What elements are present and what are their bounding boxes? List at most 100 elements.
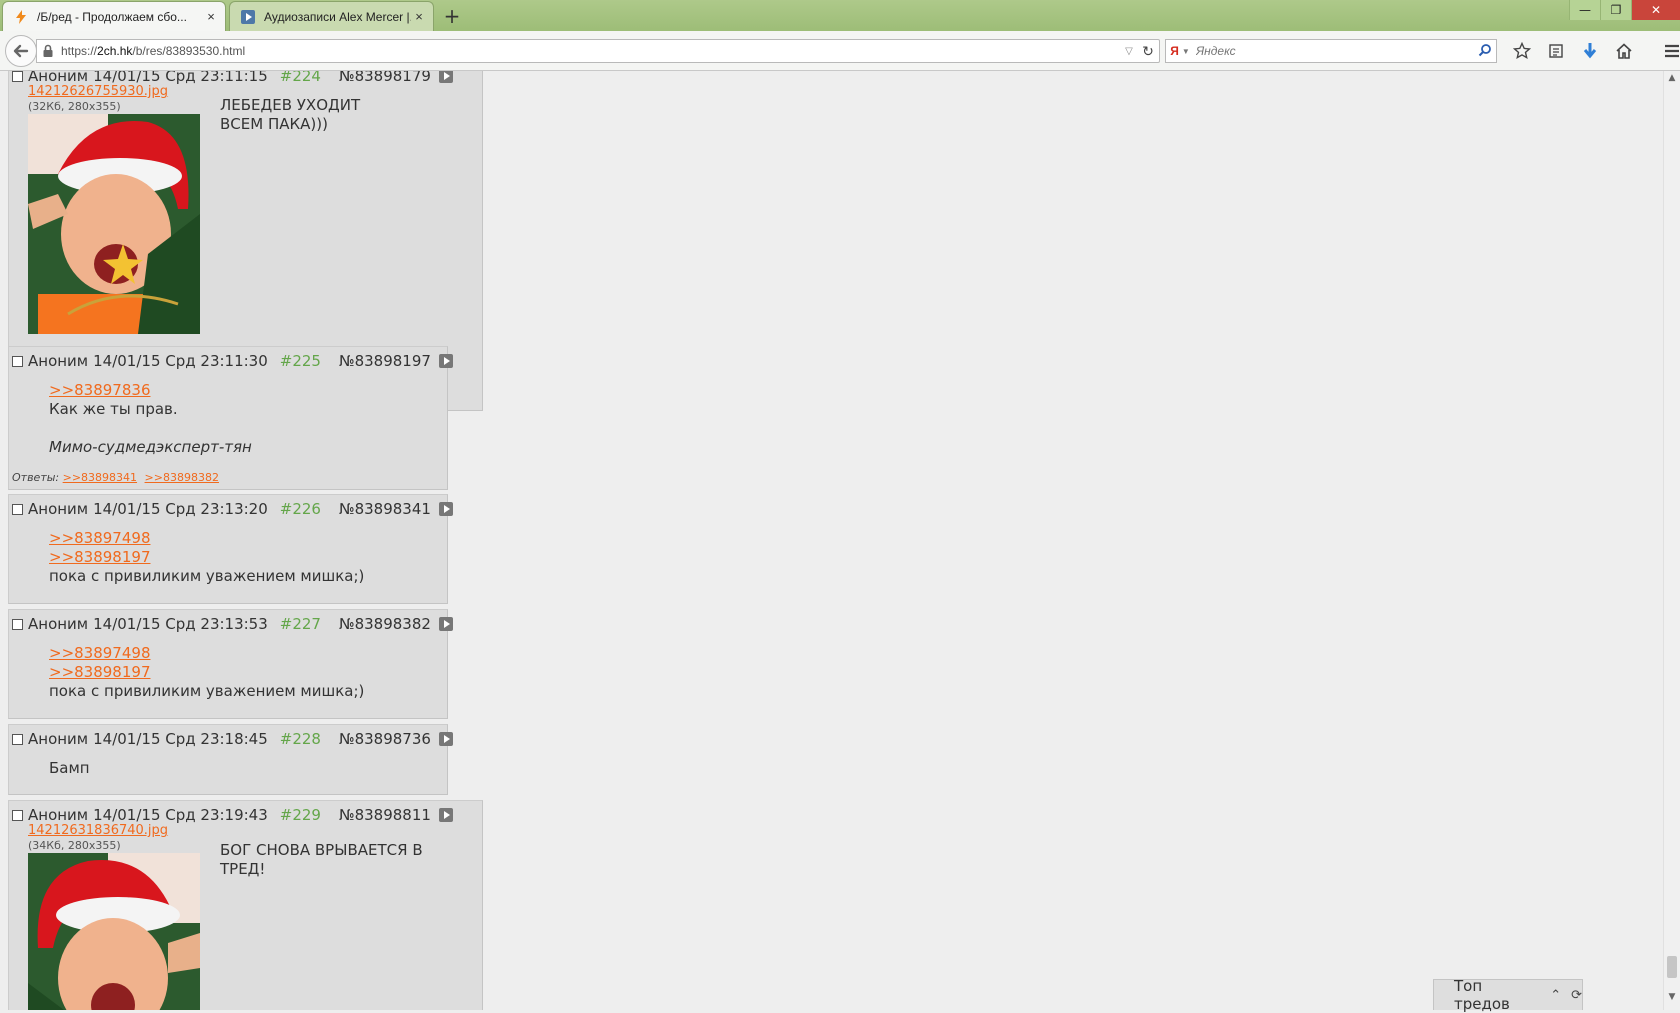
post-checkbox[interactable]: [12, 733, 23, 745]
reply-link[interactable]: >>83898197: [49, 663, 364, 682]
post-line: пока с привиликим уважением мишка;): [49, 567, 365, 585]
post-checkbox[interactable]: [12, 618, 23, 630]
reply-link[interactable]: >>83897498: [49, 529, 364, 548]
file-meta: (32Кб, 280x355): [28, 100, 121, 113]
search-input[interactable]: [1194, 43, 1474, 59]
play-square-icon: [241, 9, 255, 24]
post-number[interactable]: #227: [280, 615, 321, 633]
post-header: Аноним 14/01/15 Срд 23:13:20 #226 №83898…: [12, 499, 453, 519]
post-228: Аноним 14/01/15 Срд 23:18:45 #228 №83898…: [8, 724, 453, 795]
post-thumbnail[interactable]: [28, 114, 200, 334]
post-header: Аноним 14/01/15 Срд 23:18:45 #228 №83898…: [12, 729, 453, 749]
home-icon[interactable]: [1607, 39, 1641, 63]
post-line: пока с привиликим уважением мишка;): [49, 682, 365, 700]
minimize-button[interactable]: —: [1569, 0, 1600, 20]
top-threads-panel[interactable]: Топ тредов ⌃ ⟳: [1433, 977, 1583, 1013]
post-message: >>83897498 >>83898197 пока с привиликим …: [49, 529, 364, 586]
url-text[interactable]: https://2ch.hk/b/res/83893530.html: [61, 44, 1121, 58]
url-bar[interactable]: https://2ch.hk/b/res/83893530.html ▽ ↻: [36, 39, 1160, 63]
url-prefix: https://: [61, 44, 98, 58]
toolbar-icons: [1505, 39, 1680, 63]
post-line: ЛЕБЕДЕВ УХОДИТ: [220, 96, 361, 114]
chevron-up-icon[interactable]: ⌃: [1550, 988, 1561, 1003]
poster-name: Аноним: [28, 615, 89, 633]
post-number[interactable]: #224: [280, 71, 321, 85]
post-id[interactable]: №83898341: [339, 500, 431, 518]
post-message: Бамп: [49, 759, 90, 778]
reload-icon[interactable]: ↻: [1137, 43, 1159, 60]
reply-link[interactable]: >>83897498: [49, 644, 364, 663]
file-meta: (34Кб, 280x355): [28, 839, 121, 852]
post-menu-icon[interactable]: [438, 808, 453, 822]
post-line: Как же ты прав.: [49, 400, 178, 418]
post-message: БОГ СНОВА ВРЫВАЕТСЯ В ТРЕД!: [220, 841, 423, 879]
post-message: >>83897836 Как же ты прав. Мимо-судмедэк…: [49, 381, 252, 457]
post-date: 14/01/15 Срд 23:13:20: [93, 500, 268, 518]
page-content: Аноним 14/01/15 Срд 23:11:15 #224 №83898…: [0, 71, 1664, 1010]
tab-inactive[interactable]: Аудиозаписи Alex Mercer |... ×: [229, 1, 434, 31]
santa-child-image: [28, 114, 200, 334]
post-id[interactable]: №83898811: [339, 806, 431, 824]
back-arrow-icon: [13, 44, 29, 58]
post-line: ТРЕД!: [220, 860, 266, 878]
close-tab-icon[interactable]: ×: [203, 9, 219, 24]
post-menu-icon[interactable]: [438, 502, 453, 516]
scroll-up-icon[interactable]: ▲: [1664, 73, 1680, 89]
search-bar[interactable]: Я ▼: [1165, 39, 1497, 63]
post-number[interactable]: #225: [280, 352, 321, 370]
post-id[interactable]: №83898736: [339, 730, 431, 748]
post-number[interactable]: #228: [280, 730, 321, 748]
close-window-button[interactable]: ✕: [1631, 0, 1680, 20]
post-signature: Мимо-судмедэксперт-тян: [49, 438, 252, 456]
menu-hamburger-icon[interactable]: [1655, 39, 1680, 63]
search-icon[interactable]: [1474, 43, 1496, 60]
reading-list-icon[interactable]: [1539, 39, 1573, 63]
yandex-engine-icon[interactable]: Я ▼: [1166, 44, 1194, 58]
post-thumbnail[interactable]: [28, 853, 200, 1010]
close-tab-icon[interactable]: ×: [411, 9, 427, 24]
post-checkbox[interactable]: [12, 355, 23, 367]
vertical-scrollbar[interactable]: ▲ ▼: [1663, 71, 1680, 1010]
lightning-icon: [16, 9, 26, 24]
reply-link[interactable]: >>83897836: [49, 381, 252, 400]
poster-name: Аноним: [28, 500, 89, 518]
scroll-down-icon[interactable]: ▼: [1664, 992, 1680, 1008]
file-link[interactable]: 14212631836740.jpg: [28, 823, 168, 838]
file-link[interactable]: 14212626755930.jpg: [28, 84, 168, 99]
post-number[interactable]: #229: [280, 806, 321, 824]
post-id[interactable]: №83898197: [339, 352, 431, 370]
download-arrow-icon[interactable]: [1573, 39, 1607, 63]
refresh-icon[interactable]: ⟳: [1571, 988, 1582, 1003]
post-checkbox[interactable]: [12, 503, 23, 515]
replies-label: Ответы:: [12, 471, 60, 484]
bookmark-star-icon[interactable]: [1505, 39, 1539, 63]
tab-active[interactable]: /Б/ред - Продолжаем сбо... ×: [2, 1, 226, 31]
post-line: БОГ СНОВА ВРЫВАЕТСЯ В: [220, 841, 423, 859]
reply-back-link[interactable]: >>83898341: [63, 471, 137, 484]
post-checkbox[interactable]: [12, 809, 23, 821]
scrollbar-thumb[interactable]: [1667, 956, 1677, 978]
post-date: 14/01/15 Срд 23:18:45: [93, 730, 268, 748]
post-225: Аноним 14/01/15 Срд 23:11:30 #225 №83898…: [8, 346, 453, 490]
reply-link[interactable]: >>83898197: [49, 548, 364, 567]
post-line: ВСЕМ ПАКА))): [220, 115, 328, 133]
post-number[interactable]: #226: [280, 500, 321, 518]
dropdown-icon[interactable]: ▽: [1121, 46, 1137, 57]
poster-name: Аноним: [28, 806, 89, 824]
post-menu-icon[interactable]: [438, 732, 453, 746]
post-date: 14/01/15 Срд 23:13:53: [93, 615, 268, 633]
post-id[interactable]: №83898382: [339, 615, 431, 633]
post-menu-icon[interactable]: [438, 354, 453, 368]
title-bar: /Б/ред - Продолжаем сбо... × Аудиозаписи…: [0, 0, 1680, 31]
post-menu-icon[interactable]: [438, 71, 453, 83]
back-button[interactable]: [5, 35, 37, 67]
post-checkbox[interactable]: [12, 71, 23, 82]
top-threads-label[interactable]: Топ тредов: [1454, 977, 1540, 1013]
post-menu-icon[interactable]: [438, 617, 453, 631]
restore-button[interactable]: ❐: [1600, 0, 1631, 20]
new-tab-button[interactable]: +: [440, 4, 464, 28]
tab-title: Аудиозаписи Alex Mercer |...: [264, 9, 411, 24]
reply-back-link[interactable]: >>83898382: [145, 471, 219, 484]
post-id[interactable]: №83898179: [339, 71, 431, 85]
post-message: >>83897498 >>83898197 пока с привиликим …: [49, 644, 364, 701]
